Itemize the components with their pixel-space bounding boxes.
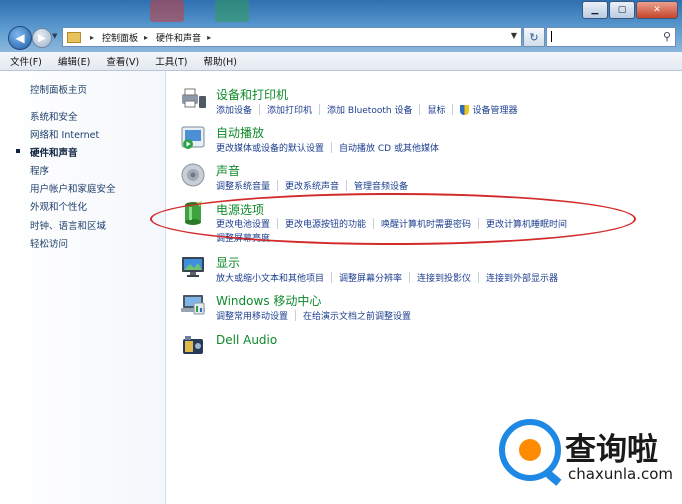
link-divider bbox=[478, 272, 480, 283]
mouse-link[interactable]: 鼠标 bbox=[427, 103, 445, 116]
control-panel-folder-icon bbox=[67, 31, 81, 43]
category-title-autoplay[interactable]: 自动播放 bbox=[216, 124, 264, 141]
menu-view[interactable]: 查看(V) bbox=[106, 54, 139, 68]
printer-icon bbox=[182, 88, 206, 108]
sidebar-item-system-security[interactable]: 系统和安全 bbox=[30, 109, 78, 123]
devices-printers-links: 添加设备 添加打印机 添加 Bluetooth 设备 鼠标 设备管理器 bbox=[216, 103, 517, 116]
make-text-larger-link[interactable]: 放大或缩小文本和其他项目 bbox=[216, 271, 324, 284]
sidebar-item-clock-region[interactable]: 时钟、语言和区域 bbox=[30, 218, 106, 232]
sidebar-item-user-accounts[interactable]: 用户帐户和家庭安全 bbox=[30, 181, 116, 195]
change-system-sounds-link[interactable]: 更改系统声音 bbox=[285, 179, 339, 192]
sidebar-item-programs[interactable]: 程序 bbox=[30, 163, 49, 177]
caption-buttons: ▁ ▢ ✕ bbox=[581, 1, 678, 19]
autoplay-icon bbox=[181, 126, 205, 149]
chaxunla-logo-icon bbox=[499, 419, 561, 481]
dell-audio-icon bbox=[183, 336, 203, 354]
link-divider bbox=[259, 104, 261, 115]
breadcrumb-root-chevron[interactable]: ▸ bbox=[84, 33, 94, 42]
menu-help[interactable]: 帮助(H) bbox=[203, 54, 237, 68]
add-bluetooth-device-link[interactable]: 添加 Bluetooth 设备 bbox=[327, 103, 412, 116]
title-bar: ▁ ▢ ✕ ◀ ▶ ▼ ▸ 控制面板 ▸ 硬件和声音 ▸ ▼ ↻ ⚲ bbox=[0, 0, 682, 52]
autoplay-links: 更改媒体或设备的默认设置 自动播放 CD 或其他媒体 bbox=[216, 141, 439, 154]
refresh-icon[interactable]: ↻ bbox=[523, 27, 545, 47]
search-input[interactable]: ⚲ bbox=[546, 27, 676, 47]
add-device-link[interactable]: 添加设备 bbox=[216, 103, 252, 116]
manage-audio-devices-link[interactable]: 管理音频设备 bbox=[354, 179, 408, 192]
menu-bar: 文件(F) 编辑(E) 查看(V) 工具(T) 帮助(H) bbox=[0, 52, 682, 71]
menu-edit[interactable]: 编辑(E) bbox=[58, 54, 90, 68]
recent-pages-chevron-icon[interactable]: ▼ bbox=[52, 32, 57, 40]
link-divider bbox=[409, 272, 411, 283]
link-divider bbox=[331, 142, 333, 153]
address-bar[interactable]: ▸ 控制面板 ▸ 硬件和声音 ▸ ▼ bbox=[62, 27, 522, 47]
link-divider bbox=[331, 272, 333, 283]
minimize-button[interactable]: ▁ bbox=[582, 1, 608, 19]
adjust-system-volume-link[interactable]: 调整系统音量 bbox=[216, 179, 270, 192]
breadcrumb-item[interactable]: 硬件和声音 ▸ bbox=[156, 31, 211, 44]
link-divider bbox=[346, 180, 348, 191]
connect-projector-link[interactable]: 连接到投影仪 bbox=[417, 271, 471, 284]
address-dropdown-icon[interactable]: ▼ bbox=[511, 31, 517, 40]
change-media-defaults-link[interactable]: 更改媒体或设备的默认设置 bbox=[216, 141, 324, 154]
category-title-dell-audio[interactable]: Dell Audio bbox=[216, 333, 277, 347]
sidebar-item-ease-of-access[interactable]: 轻松访问 bbox=[30, 236, 68, 250]
add-printer-link[interactable]: 添加打印机 bbox=[267, 103, 312, 116]
sound-links: 调整系统音量 更改系统声音 管理音频设备 bbox=[216, 179, 408, 192]
adjust-resolution-link[interactable]: 调整屏幕分辨率 bbox=[339, 271, 402, 284]
presentation-settings-link[interactable]: 在给演示文档之前调整设置 bbox=[303, 309, 411, 322]
maximize-button[interactable]: ▢ bbox=[609, 1, 635, 19]
autoplay-cd-link[interactable]: 自动播放 CD 或其他媒体 bbox=[339, 141, 439, 154]
category-title-display[interactable]: 显示 bbox=[216, 254, 240, 271]
breadcrumb-item[interactable]: 控制面板 ▸ bbox=[102, 31, 148, 44]
menu-file[interactable]: 文件(F) bbox=[10, 54, 42, 68]
category-title-mobility-center[interactable]: Windows 移动中心 bbox=[216, 292, 321, 309]
forward-button[interactable]: ▶ bbox=[32, 28, 52, 48]
logo-dot bbox=[519, 439, 541, 461]
link-divider bbox=[295, 310, 297, 321]
annotation-circle bbox=[150, 193, 636, 245]
back-button[interactable]: ◀ bbox=[8, 26, 32, 50]
watermark-url: chaxunla.com bbox=[568, 465, 673, 483]
search-icon[interactable]: ⚲ bbox=[663, 30, 671, 43]
adjust-mobility-settings-link[interactable]: 调整常用移动设置 bbox=[216, 309, 288, 322]
sidebar-item-hardware-sound[interactable]: 硬件和声音 bbox=[30, 145, 78, 159]
sidebar: 控制面板主页 系统和安全 网络和 Internet 硬件和声音 程序 用户帐户和… bbox=[0, 71, 166, 504]
link-divider bbox=[319, 104, 321, 115]
active-item-bullet bbox=[16, 149, 20, 153]
menu-tools[interactable]: 工具(T) bbox=[155, 54, 187, 68]
connect-external-display-link[interactable]: 连接到外部显示器 bbox=[486, 271, 558, 284]
category-title-devices-printers[interactable]: 设备和打印机 bbox=[216, 86, 288, 103]
category-title-sound[interactable]: 声音 bbox=[216, 162, 240, 179]
uac-shield-icon bbox=[460, 104, 470, 115]
blurred-taskbar-tile bbox=[215, 0, 249, 22]
speaker-icon bbox=[181, 163, 205, 187]
blurred-taskbar-tile bbox=[150, 0, 184, 22]
sidebar-item-home[interactable]: 控制面板主页 bbox=[30, 82, 87, 96]
device-manager-link[interactable]: 设备管理器 bbox=[472, 103, 517, 116]
sidebar-item-appearance[interactable]: 外观和个性化 bbox=[30, 199, 87, 213]
display-links: 放大或缩小文本和其他项目 调整屏幕分辨率 连接到投影仪 连接到外部显示器 bbox=[216, 271, 558, 284]
watermark-brand: 查询啦 bbox=[565, 432, 658, 468]
link-divider bbox=[277, 180, 279, 191]
link-divider bbox=[419, 104, 421, 115]
mobility-center-icon bbox=[181, 295, 205, 315]
text-cursor bbox=[551, 31, 552, 42]
display-icon bbox=[182, 257, 204, 277]
close-button[interactable]: ✕ bbox=[636, 1, 678, 19]
link-divider bbox=[452, 104, 454, 115]
control-panel-window: ▁ ▢ ✕ ◀ ▶ ▼ ▸ 控制面板 ▸ 硬件和声音 ▸ ▼ ↻ ⚲ 文件(F) 编… bbox=[0, 0, 682, 504]
sidebar-item-network[interactable]: 网络和 Internet bbox=[30, 127, 99, 141]
mobility-center-links: 调整常用移动设置 在给演示文档之前调整设置 bbox=[216, 309, 411, 322]
